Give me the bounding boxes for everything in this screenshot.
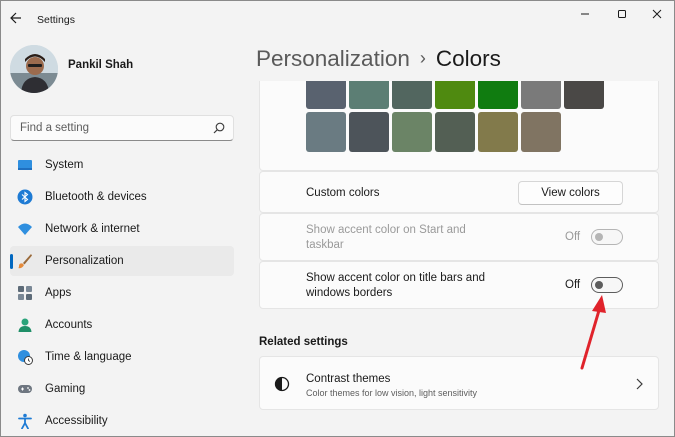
color-swatch[interactable] <box>478 112 518 152</box>
sidebar-item-bluetooth[interactable]: Bluetooth & devices <box>10 182 234 212</box>
maximize-button[interactable] <box>604 1 640 27</box>
color-swatch[interactable] <box>521 112 561 152</box>
color-swatch[interactable] <box>349 81 389 109</box>
accent-start-label-line2: taskbar <box>306 239 344 251</box>
profile-name: Pankil Shah <box>68 59 134 71</box>
view-colors-button[interactable]: View colors <box>518 181 623 205</box>
sidebar-item-label: Apps <box>45 287 72 299</box>
breadcrumb-separator: › <box>419 48 426 68</box>
sidebar-item-accessibility[interactable]: Accessibility <box>10 406 234 436</box>
accent-start-taskbar-row: Show accent color on Start and taskbar O… <box>259 213 659 261</box>
sidebar-item-label: Accounts <box>45 319 93 331</box>
maximize-icon <box>618 10 626 18</box>
contrast-icon <box>274 376 290 392</box>
contrast-themes-title: Contrast themes <box>306 373 391 385</box>
sidebar-item-label: Gaming <box>45 383 86 395</box>
search-icon <box>213 122 225 134</box>
sidebar-item-time-language[interactable]: Time & language <box>10 342 234 372</box>
related-settings-heading: Related settings <box>259 336 348 348</box>
avatar-photo-icon <box>10 45 58 93</box>
color-swatch[interactable] <box>349 112 389 152</box>
bluetooth-icon <box>17 189 33 205</box>
close-icon <box>652 9 662 19</box>
close-button[interactable] <box>639 1 674 27</box>
app-title: Settings <box>37 14 75 26</box>
brush-icon <box>18 254 32 269</box>
accent-title-label-line2: windows borders <box>306 287 393 299</box>
back-arrow-icon <box>10 12 21 24</box>
chevron-right-icon <box>636 378 643 390</box>
sidebar-item-label: System <box>45 159 84 171</box>
toggle-knob <box>595 281 603 289</box>
sidebar-item-label: Time & language <box>45 351 132 363</box>
page-title: Colors <box>435 46 501 71</box>
sidebar-item-network[interactable]: Network & internet <box>10 214 234 244</box>
wifi-icon <box>18 223 32 235</box>
search-input[interactable]: Find a setting <box>10 115 234 141</box>
accent-title-label: Show accent color on title bars and wind… <box>306 271 485 301</box>
accent-start-label-line1: Show accent color on Start and <box>306 224 466 236</box>
sidebar-item-label: Personalization <box>45 255 124 267</box>
avatar <box>10 45 58 93</box>
gamepad-icon <box>18 385 32 393</box>
monitor-icon <box>18 160 32 170</box>
accent-title-label-line1: Show accent color on title bars and <box>306 272 485 284</box>
sidebar-item-label: Network & internet <box>45 223 140 235</box>
accent-title-toggle[interactable] <box>591 277 623 293</box>
breadcrumb-parent[interactable]: Personalization <box>256 46 410 71</box>
color-swatch[interactable] <box>392 81 432 109</box>
color-swatch[interactable] <box>392 112 432 152</box>
search-placeholder: Find a setting <box>20 122 90 134</box>
color-swatch[interactable] <box>564 81 604 109</box>
sidebar-item-apps[interactable]: Apps <box>10 278 234 308</box>
apps-icon <box>18 286 32 300</box>
accessibility-icon <box>18 413 32 429</box>
sidebar-item-system[interactable]: System <box>10 150 234 180</box>
sidebar-item-label: Accessibility <box>45 415 108 427</box>
globe-clock-icon <box>18 350 33 365</box>
color-swatch[interactable] <box>435 112 475 152</box>
title-bar: Settings <box>1 1 674 35</box>
custom-colors-label: Custom colors <box>306 187 380 199</box>
color-swatch[interactable] <box>435 81 475 109</box>
contrast-themes-subtitle: Color themes for low vision, light sensi… <box>306 388 478 398</box>
color-swatch[interactable] <box>521 81 561 109</box>
color-swatch[interactable] <box>306 81 346 109</box>
breadcrumb: Personalization › Colors <box>256 46 501 72</box>
active-indicator <box>10 254 13 269</box>
color-swatch[interactable] <box>306 112 346 152</box>
minimize-icon <box>581 13 589 15</box>
accent-start-label: Show accent color on Start and taskbar <box>306 223 466 253</box>
color-swatch[interactable] <box>478 81 518 109</box>
accent-title-state: Off <box>565 279 581 291</box>
sidebar-item-label: Bluetooth & devices <box>45 191 147 203</box>
sidebar-item-gaming[interactable]: Gaming <box>10 374 234 404</box>
minimize-button[interactable] <box>567 1 603 27</box>
toggle-knob <box>595 233 603 241</box>
back-button[interactable] <box>7 9 25 27</box>
custom-colors-row: Custom colors View colors <box>259 171 659 213</box>
person-icon <box>18 318 32 332</box>
accent-start-state: Off <box>565 231 581 243</box>
settings-window: Settings Pankil Shah Find a setting Syst… <box>0 0 675 437</box>
accent-start-toggle <box>591 229 623 245</box>
sidebar-item-accounts[interactable]: Accounts <box>10 310 234 340</box>
annotation-arrow-icon <box>580 295 606 370</box>
accent-color-grid <box>259 81 659 171</box>
sidebar-item-personalization[interactable]: Personalization <box>10 246 234 276</box>
